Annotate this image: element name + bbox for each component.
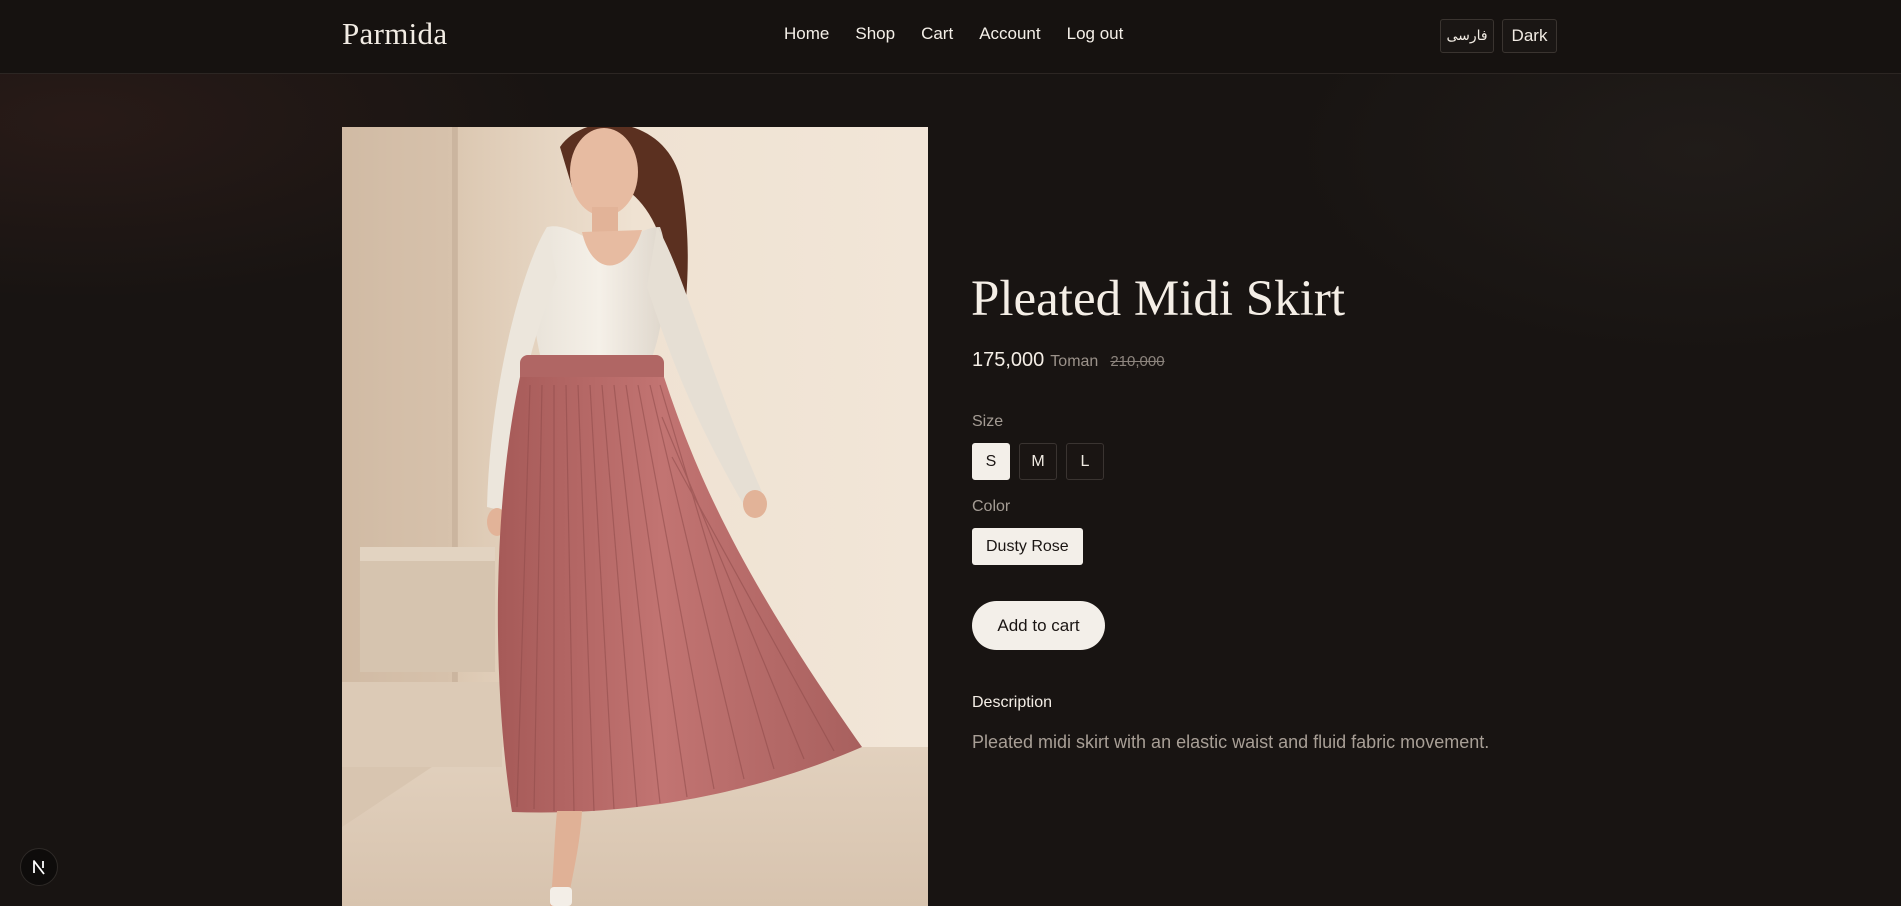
theme-toggle-button[interactable]: Dark: [1502, 19, 1557, 53]
size-option-s[interactable]: S: [972, 443, 1010, 480]
size-option-l[interactable]: L: [1066, 443, 1104, 480]
add-to-cart-button[interactable]: Add to cart: [972, 601, 1105, 650]
main-nav: Home Shop Cart Account Log out: [784, 24, 1123, 44]
product-image: [342, 127, 928, 906]
currency-label: Toman: [1050, 353, 1099, 370]
site-header: Parmida Home Shop Cart Account Log out ف…: [0, 0, 1901, 74]
nav-home[interactable]: Home: [784, 24, 829, 44]
brand-logo[interactable]: Parmida: [342, 16, 447, 52]
nav-cart[interactable]: Cart: [921, 24, 953, 44]
nextjs-glyph: [33, 860, 45, 875]
description-heading: Description: [972, 694, 1053, 711]
current-price: 175,000: [972, 349, 1045, 371]
nextjs-icon[interactable]: [20, 848, 58, 886]
color-option-dusty-rose[interactable]: Dusty Rose: [972, 528, 1083, 565]
nav-logout[interactable]: Log out: [1067, 24, 1124, 44]
size-options: S M L: [972, 443, 1104, 480]
nav-shop[interactable]: Shop: [855, 24, 895, 44]
old-price: 210,000: [1110, 353, 1165, 370]
product-title: Pleated Midi Skirt: [971, 271, 1345, 327]
description-text: Pleated midi skirt with an elastic waist…: [972, 732, 1490, 752]
size-option-m[interactable]: M: [1019, 443, 1057, 480]
color-label: Color: [972, 498, 1011, 515]
language-toggle-button[interactable]: فارسی: [1440, 19, 1494, 53]
price-row: 175,000 Toman 210,000: [972, 349, 1165, 372]
nav-account[interactable]: Account: [979, 24, 1040, 44]
product-photo-illustration: [342, 127, 928, 906]
size-label: Size: [972, 413, 1004, 430]
